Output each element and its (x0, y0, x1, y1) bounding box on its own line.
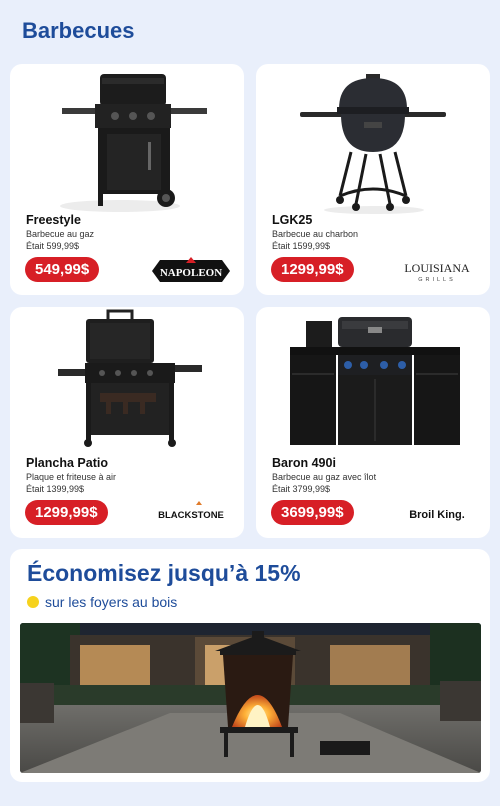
napoleon-logo: NAPOLEON (150, 254, 232, 284)
svg-text:NAPOLEON: NAPOLEON (160, 267, 222, 279)
promo-subtitle: sur les foyers au bois (45, 594, 178, 610)
svg-text:LOUISIANA: LOUISIANA (404, 261, 470, 275)
price-badge: 549,99$ (25, 257, 100, 282)
product-was-price: Était 1399,99$ (26, 484, 85, 494)
promo-title: Économisez jusqu’à 15% (27, 560, 301, 586)
product-description: Barbecue au charbon (272, 229, 359, 239)
fire-pit-photo (20, 623, 481, 773)
price-badge: 1299,99$ (25, 500, 108, 525)
gas-grill-icon (10, 64, 244, 214)
price-badge: 3699,99$ (271, 500, 354, 525)
bullet-dot-icon (27, 596, 39, 608)
svg-text:Broil King.: Broil King. (409, 509, 465, 521)
product-description: Plaque et friteuse à air (26, 472, 117, 482)
kamado-grill-icon (256, 64, 490, 214)
product-card-plancha-patio[interactable]: Plancha Patio Plaque et friteuse à air É… (10, 307, 244, 538)
product-was-price: Était 599,99$ (26, 241, 80, 251)
product-description: Barbecue au gaz avec îlot (272, 472, 377, 482)
product-name: LGK25 (272, 213, 313, 227)
product-description: Barbecue au gaz (26, 229, 95, 239)
product-card-lgk25[interactable]: LGK25 Barbecue au charbon Était 1599,99$… (256, 64, 490, 295)
griddle-icon (10, 307, 244, 457)
product-card-baron-490i[interactable]: Baron 490i Barbecue au gaz avec îlot Éta… (256, 307, 490, 538)
product-name: Plancha Patio (26, 456, 108, 470)
product-was-price: Était 3799,99$ (272, 484, 331, 494)
product-card-freestyle[interactable]: Freestyle Barbecue au gaz Était 599,99$ … (10, 64, 244, 295)
product-name: Freestyle (26, 213, 81, 227)
louisiana-grills-logo: LOUISIANA GRILLS (396, 254, 478, 284)
broil-king-logo: Broil King. (396, 497, 478, 527)
promo-banner[interactable]: Économisez jusqu’à 15% sur les foyers au… (10, 549, 490, 782)
product-name: Baron 490i (272, 456, 336, 470)
outdoor-kitchen-icon (256, 307, 490, 457)
blackstone-logo: BLACKSTONE (150, 497, 232, 527)
svg-text:GRILLS: GRILLS (418, 277, 456, 283)
price-badge: 1299,99$ (271, 257, 354, 282)
product-was-price: Était 1599,99$ (272, 241, 331, 251)
section-title: Barbecues (22, 18, 135, 43)
svg-text:BLACKSTONE: BLACKSTONE (158, 510, 224, 521)
